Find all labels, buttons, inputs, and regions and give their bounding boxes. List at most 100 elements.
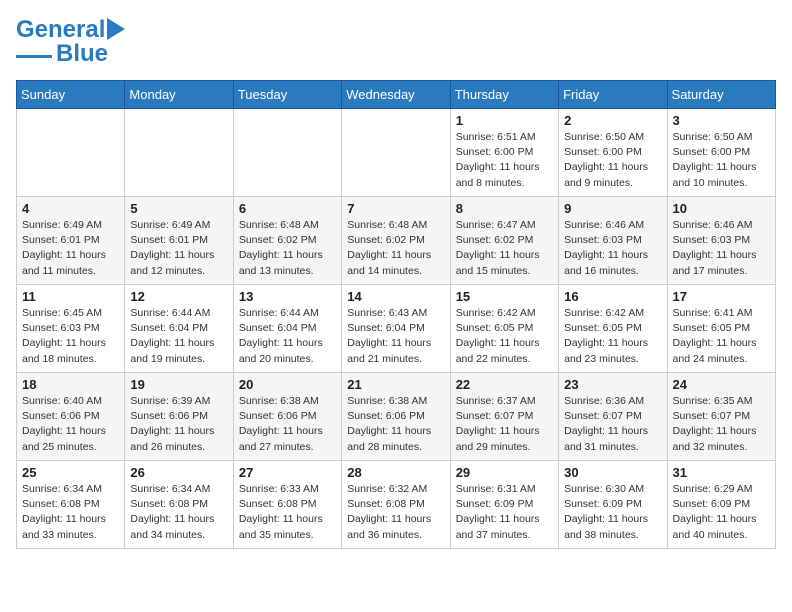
day-number: 2 [564, 113, 661, 128]
logo-text-blue: Blue [56, 40, 108, 68]
calendar-table: SundayMondayTuesdayWednesdayThursdayFrid… [16, 80, 776, 549]
day-info: Sunrise: 6:36 AM Sunset: 6:07 PM Dayligh… [564, 394, 661, 455]
day-info: Sunrise: 6:44 AM Sunset: 6:04 PM Dayligh… [130, 306, 227, 367]
calendar-cell-1-3 [233, 109, 341, 197]
calendar-cell-3-3: 13Sunrise: 6:44 AM Sunset: 6:04 PM Dayli… [233, 285, 341, 373]
day-info: Sunrise: 6:47 AM Sunset: 6:02 PM Dayligh… [456, 218, 553, 279]
calendar-cell-3-6: 16 Sunrise: 6:42 AM Sunset: 6:05 PM Dayli… [559, 285, 667, 373]
calendar-cell-2-5: 8Sunrise: 6:47 AM Sunset: 6:02 PM Daylig… [450, 197, 558, 285]
day-number: 26 [130, 465, 227, 480]
day-number: 25 [22, 465, 119, 480]
calendar-cell-4-3: 20 Sunrise: 6:38 AM Sunset: 6:06 PM Dayli… [233, 373, 341, 461]
col-header-thursday: Thursday [450, 81, 558, 109]
day-number: 11 [22, 289, 119, 304]
day-info: Sunrise: 6:30 AM Sunset: 6:09 PM Dayligh… [564, 482, 661, 543]
calendar-cell-4-5: 22 Sunrise: 6:37 AM Sunset: 6:07 PM Dayli… [450, 373, 558, 461]
day-info: Sunrise: 6:43 AM Sunset: 6:04 PM Dayligh… [347, 306, 444, 367]
logo-triangle-icon [107, 18, 125, 40]
calendar-cell-5-7: 31Sunrise: 6:29 AM Sunset: 6:09 PM Dayli… [667, 461, 775, 549]
calendar-cell-1-6: 2 Sunrise: 6:50 AM Sunset: 6:00 PM Daylig… [559, 109, 667, 197]
day-info: Sunrise: 6:49 AM Sunset: 6:01 PM Dayligh… [130, 218, 227, 279]
calendar-cell-2-3: 6 Sunrise: 6:48 AM Sunset: 6:02 PM Daylig… [233, 197, 341, 285]
day-number: 6 [239, 201, 336, 216]
calendar-cell-1-5: 1Sunrise: 6:51 AM Sunset: 6:00 PM Daylig… [450, 109, 558, 197]
day-number: 28 [347, 465, 444, 480]
calendar-cell-4-6: 23 Sunrise: 6:36 AM Sunset: 6:07 PM Dayli… [559, 373, 667, 461]
day-number: 19 [130, 377, 227, 392]
calendar-cell-2-4: 7Sunrise: 6:48 AM Sunset: 6:02 PM Daylig… [342, 197, 450, 285]
calendar-cell-5-1: 25 Sunrise: 6:34 AM Sunset: 6:08 PM Dayli… [17, 461, 125, 549]
day-info: Sunrise: 6:42 AM Sunset: 6:05 PM Dayligh… [564, 306, 661, 367]
day-info: Sunrise: 6:37 AM Sunset: 6:07 PM Dayligh… [456, 394, 553, 455]
day-number: 30 [564, 465, 661, 480]
day-info: Sunrise: 6:32 AM Sunset: 6:08 PM Dayligh… [347, 482, 444, 543]
day-number: 18 [22, 377, 119, 392]
day-number: 15 [456, 289, 553, 304]
day-info: Sunrise: 6:39 AM Sunset: 6:06 PM Dayligh… [130, 394, 227, 455]
calendar-cell-4-4: 21 Sunrise: 6:38 AM Sunset: 6:06 PM Dayli… [342, 373, 450, 461]
day-info: Sunrise: 6:31 AM Sunset: 6:09 PM Dayligh… [456, 482, 553, 543]
calendar-cell-4-7: 24Sunrise: 6:35 AM Sunset: 6:07 PM Dayli… [667, 373, 775, 461]
calendar-cell-2-1: 4Sunrise: 6:49 AM Sunset: 6:01 PM Daylig… [17, 197, 125, 285]
day-number: 4 [22, 201, 119, 216]
day-info: Sunrise: 6:41 AM Sunset: 6:05 PM Dayligh… [673, 306, 770, 367]
day-number: 7 [347, 201, 444, 216]
day-number: 20 [239, 377, 336, 392]
day-number: 16 [564, 289, 661, 304]
day-info: Sunrise: 6:40 AM Sunset: 6:06 PM Dayligh… [22, 394, 119, 455]
day-number: 9 [564, 201, 661, 216]
page-header: General Blue [16, 16, 776, 68]
day-info: Sunrise: 6:50 AM Sunset: 6:00 PM Dayligh… [673, 130, 770, 191]
day-info: Sunrise: 6:29 AM Sunset: 6:09 PM Dayligh… [673, 482, 770, 543]
day-info: Sunrise: 6:38 AM Sunset: 6:06 PM Dayligh… [347, 394, 444, 455]
calendar-cell-2-7: 10Sunrise: 6:46 AM Sunset: 6:03 PM Dayli… [667, 197, 775, 285]
calendar-week-2: 4 Sunrise: 6:49 AM Sunset: 6:01 PM Daylig… [17, 197, 776, 285]
day-number: 3 [673, 113, 770, 128]
calendar-cell-3-4: 14 Sunrise: 6:43 AM Sunset: 6:04 PM Dayli… [342, 285, 450, 373]
calendar-cell-5-2: 26 Sunrise: 6:34 AM Sunset: 6:08 PM Dayli… [125, 461, 233, 549]
day-info: Sunrise: 6:34 AM Sunset: 6:08 PM Dayligh… [130, 482, 227, 543]
calendar-cell-3-1: 11 Sunrise: 6:45 AM Sunset: 6:03 PM Dayli… [17, 285, 125, 373]
day-info: Sunrise: 6:46 AM Sunset: 6:03 PM Dayligh… [564, 218, 661, 279]
day-number: 23 [564, 377, 661, 392]
col-header-friday: Friday [559, 81, 667, 109]
day-number: 22 [456, 377, 553, 392]
day-number: 12 [130, 289, 227, 304]
calendar-cell-1-1 [17, 109, 125, 197]
day-number: 5 [130, 201, 227, 216]
day-info: Sunrise: 6:34 AM Sunset: 6:08 PM Dayligh… [22, 482, 119, 543]
col-header-saturday: Saturday [667, 81, 775, 109]
day-info: Sunrise: 6:50 AM Sunset: 6:00 PM Dayligh… [564, 130, 661, 191]
day-number: 14 [347, 289, 444, 304]
calendar-cell-3-2: 12 Sunrise: 6:44 AM Sunset: 6:04 PM Dayli… [125, 285, 233, 373]
calendar-cell-5-3: 27Sunrise: 6:33 AM Sunset: 6:08 PM Dayli… [233, 461, 341, 549]
day-info: Sunrise: 6:33 AM Sunset: 6:08 PM Dayligh… [239, 482, 336, 543]
day-number: 10 [673, 201, 770, 216]
calendar-cell-1-4 [342, 109, 450, 197]
day-number: 1 [456, 113, 553, 128]
day-number: 17 [673, 289, 770, 304]
day-number: 29 [456, 465, 553, 480]
col-header-sunday: Sunday [17, 81, 125, 109]
calendar-cell-4-2: 19 Sunrise: 6:39 AM Sunset: 6:06 PM Dayli… [125, 373, 233, 461]
calendar-cell-5-5: 29 Sunrise: 6:31 AM Sunset: 6:09 PM Dayli… [450, 461, 558, 549]
calendar-cell-3-7: 17 Sunrise: 6:41 AM Sunset: 6:05 PM Dayli… [667, 285, 775, 373]
logo-line [16, 55, 52, 58]
col-header-wednesday: Wednesday [342, 81, 450, 109]
day-number: 21 [347, 377, 444, 392]
calendar-cell-1-2 [125, 109, 233, 197]
day-info: Sunrise: 6:38 AM Sunset: 6:06 PM Dayligh… [239, 394, 336, 455]
day-info: Sunrise: 6:45 AM Sunset: 6:03 PM Dayligh… [22, 306, 119, 367]
calendar-cell-1-7: 3 Sunrise: 6:50 AM Sunset: 6:00 PM Daylig… [667, 109, 775, 197]
col-header-tuesday: Tuesday [233, 81, 341, 109]
calendar-header-row: SundayMondayTuesdayWednesdayThursdayFrid… [17, 81, 776, 109]
calendar-cell-5-6: 30 Sunrise: 6:30 AM Sunset: 6:09 PM Dayli… [559, 461, 667, 549]
col-header-monday: Monday [125, 81, 233, 109]
calendar-cell-2-6: 9 Sunrise: 6:46 AM Sunset: 6:03 PM Daylig… [559, 197, 667, 285]
day-info: Sunrise: 6:48 AM Sunset: 6:02 PM Dayligh… [239, 218, 336, 279]
calendar-week-5: 25 Sunrise: 6:34 AM Sunset: 6:08 PM Dayli… [17, 461, 776, 549]
day-info: Sunrise: 6:35 AM Sunset: 6:07 PM Dayligh… [673, 394, 770, 455]
calendar-cell-4-1: 18 Sunrise: 6:40 AM Sunset: 6:06 PM Dayli… [17, 373, 125, 461]
logo: General Blue [16, 16, 125, 68]
calendar-week-1: 1Sunrise: 6:51 AM Sunset: 6:00 PM Daylig… [17, 109, 776, 197]
